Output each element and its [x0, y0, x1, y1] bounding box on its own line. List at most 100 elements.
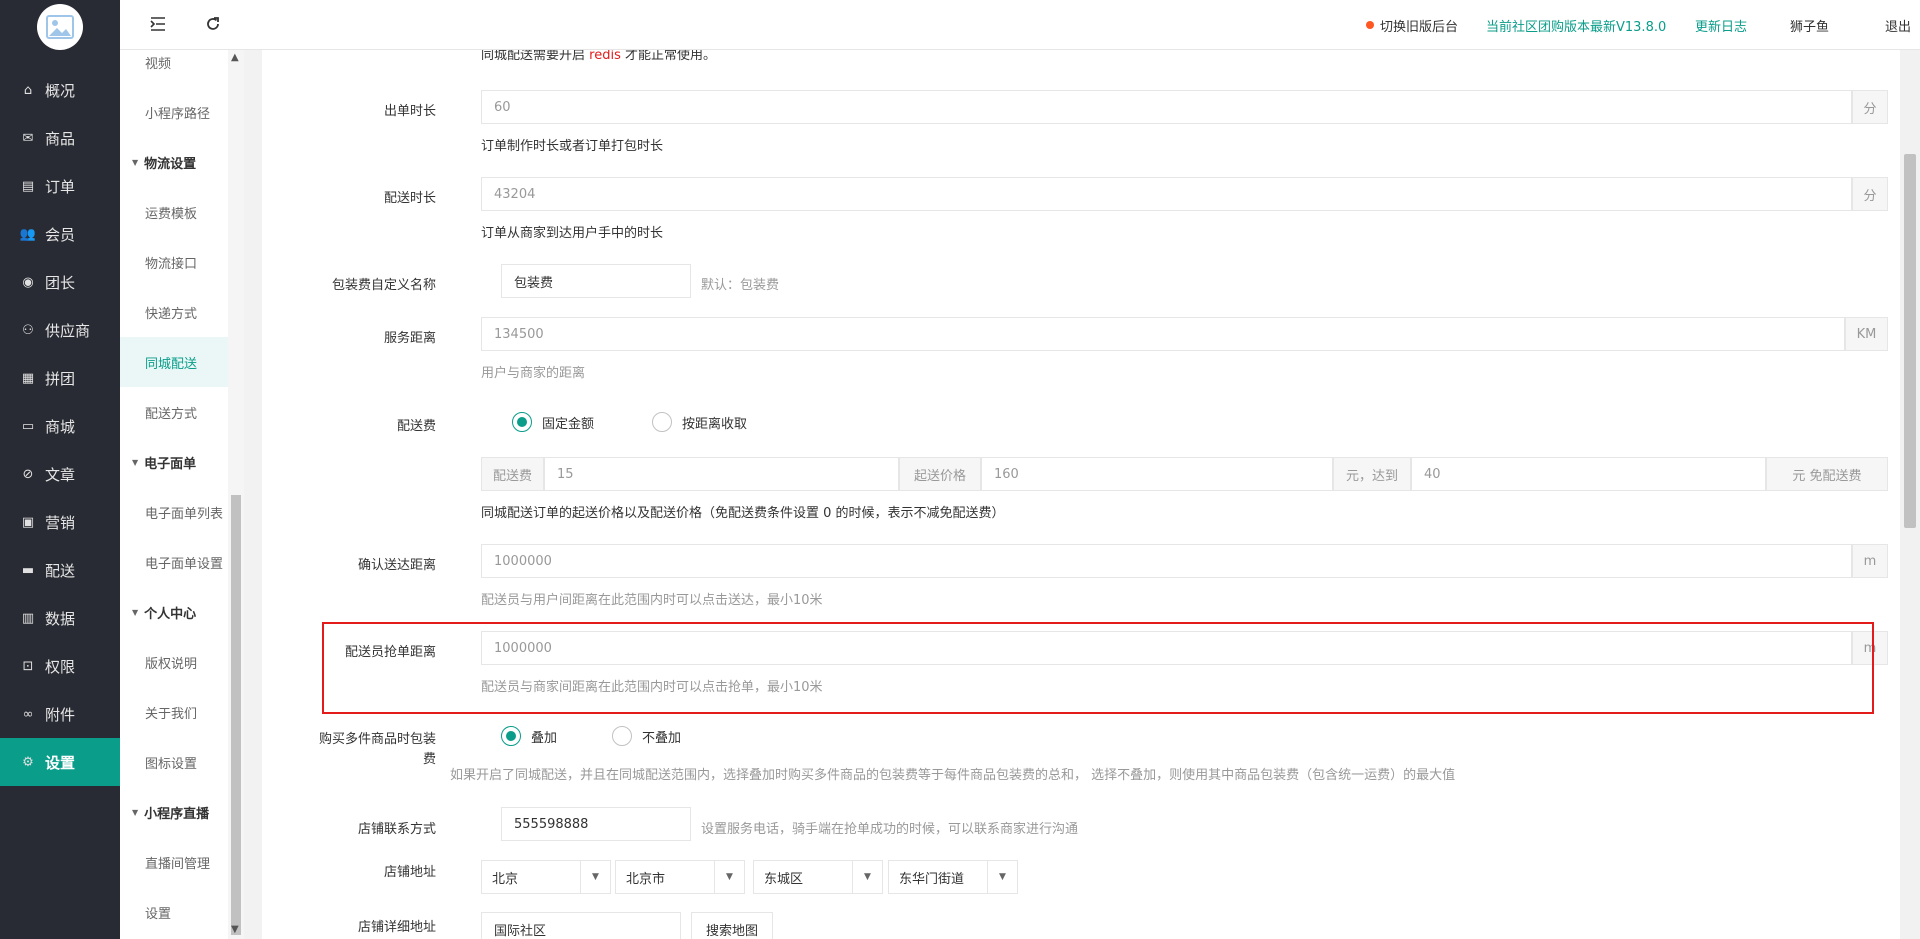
- submenu-item[interactable]: 配送方式: [120, 387, 228, 437]
- district-select[interactable]: 东城区 ▼: [753, 860, 883, 894]
- submenu-item-label: 设置: [145, 906, 172, 922]
- submenu-item-label: 物流接口: [145, 256, 198, 272]
- multi-packing-label-line2: 费: [422, 752, 436, 767]
- compass-icon: ⊘: [22, 466, 34, 482]
- sidebar-item[interactable]: 👥 会员: [0, 210, 120, 258]
- order-time-input[interactable]: 60: [481, 90, 1852, 124]
- submenu-item-label: 图标设置: [145, 756, 198, 772]
- submenu-item[interactable]: 物流接口: [120, 237, 228, 287]
- fee-input[interactable]: 15: [544, 457, 899, 491]
- province-select[interactable]: 北京 ▼: [481, 860, 611, 894]
- submenu-item[interactable]: 关于我们: [120, 687, 228, 737]
- sidebar-item[interactable]: ▤ 订单: [0, 162, 120, 210]
- street-select[interactable]: 东华门街道 ▼: [888, 860, 1018, 894]
- submenu-group[interactable]: ▼ 电子面单: [120, 437, 228, 487]
- sidebar-item-label: 会员: [45, 225, 76, 244]
- multi-packing-noadd-radio[interactable]: 不叠加: [612, 726, 681, 746]
- username[interactable]: 狮子鱼: [1790, 16, 1829, 35]
- submenu-item[interactable]: 视频: [120, 50, 228, 87]
- logo[interactable]: [37, 4, 83, 50]
- detail-address-input[interactable]: 国际社区: [481, 912, 681, 939]
- sidebar-item-label: 设置: [45, 753, 76, 772]
- submenu-item-label: 同城配送: [145, 356, 198, 372]
- detail-address-label: 店铺详细地址: [357, 920, 436, 935]
- delivery-time-unit: 分: [1852, 177, 1888, 211]
- sidebar-item-label: 附件: [45, 705, 76, 724]
- submenu-item[interactable]: 快递方式: [120, 287, 228, 337]
- sidebar-item[interactable]: ✉ 商品: [0, 114, 120, 162]
- submenu-item-label: 直播间管理: [145, 856, 211, 872]
- group-icon: ▦: [21, 370, 35, 386]
- radio-checked-icon: [512, 412, 532, 432]
- envelope-icon: ✉: [22, 130, 34, 146]
- service-distance-input[interactable]: 134500: [481, 317, 1845, 351]
- delivery-fee-distance-radio[interactable]: 按距离收取: [652, 412, 747, 432]
- sidebar-item[interactable]: ⊡ 权限: [0, 642, 120, 690]
- free-threshold-input[interactable]: 40: [1411, 457, 1766, 491]
- sidebar-item[interactable]: ▭ 商城: [0, 402, 120, 450]
- delivery-fee-fixed-radio[interactable]: 固定金额: [512, 412, 594, 432]
- multi-packing-hint: 如果开启了同城配送，并且在同城配送范围内，选择叠加时购买多件商品的包装费等于每件…: [450, 768, 1456, 783]
- contact-input[interactable]: 555598888: [501, 807, 691, 841]
- order-time-hint: 订单制作时长或者订单打包时长: [481, 139, 664, 154]
- submenu-scrollbar[interactable]: ▲ ▼: [228, 50, 244, 939]
- sidebar-item[interactable]: ∞ 附件: [0, 690, 120, 738]
- menu-collapse-icon[interactable]: [150, 16, 166, 36]
- submenu-item[interactable]: 小程序路径: [120, 87, 228, 137]
- sidebar-item-label: 营销: [45, 513, 76, 532]
- submenu-item[interactable]: 电子面单列表: [120, 487, 228, 537]
- page-scroll-thumb[interactable]: [1904, 154, 1916, 528]
- submenu-item[interactable]: 运费模板: [120, 187, 228, 237]
- service-distance-unit: KM: [1845, 317, 1888, 351]
- sidebar-item[interactable]: ▬ 配送: [0, 546, 120, 594]
- submenu-item-label: 电子面单设置: [145, 556, 224, 572]
- packing-name-input[interactable]: 包装费: [501, 264, 691, 298]
- search-map-button[interactable]: 搜索地图: [691, 912, 773, 939]
- store-icon: ▭: [21, 418, 35, 434]
- sidebar-item[interactable]: ⊘ 文章: [0, 450, 120, 498]
- refresh-icon[interactable]: [205, 16, 221, 36]
- submenu-item[interactable]: 直播间管理: [120, 837, 228, 887]
- submenu-item[interactable]: 电子面单设置: [120, 537, 228, 587]
- main-sidebar: ⌂ 概况 ✉ 商品 ▤ 订单 👥 会员 ◉ 团长 ⚇ 供应商 ▦ 拼团 ▭ 商城 ⊘ 文章 ▣ 营销 ▬ 配送 ▥ 数据 ⊡ 权限…: [0, 0, 120, 939]
- sidebar-item[interactable]: ⌂ 概况: [0, 66, 120, 114]
- reach-addon: 元，达到: [1333, 457, 1411, 491]
- scroll-up-icon[interactable]: ▲: [231, 52, 239, 63]
- scroll-down-icon[interactable]: ▼: [231, 924, 239, 935]
- submenu-item[interactable]: 同城配送: [120, 337, 228, 387]
- switch-old-link[interactable]: 切换旧版后台: [1380, 16, 1458, 35]
- sidebar-item[interactable]: ▦ 拼团: [0, 354, 120, 402]
- submenu-group[interactable]: ▼ 物流设置: [120, 137, 228, 187]
- submenu-item-label: 版权说明: [145, 656, 198, 672]
- confirm-distance-hint: 配送员与用户间距离在此范围内时可以点击送达，最小10米: [481, 593, 823, 608]
- redis-keyword: redis: [589, 50, 621, 63]
- submenu-item[interactable]: 版权说明: [120, 637, 228, 687]
- submenu-group[interactable]: ▼ 小程序直播: [120, 787, 228, 837]
- changelog-link[interactable]: 更新日志: [1695, 16, 1747, 35]
- delivery-time-input[interactable]: 43204: [481, 177, 1852, 211]
- redis-note: 同城配送需要开启 redis 才能正常使用。: [481, 50, 717, 63]
- submenu-scroll-thumb[interactable]: [231, 495, 241, 935]
- submenu-group[interactable]: ▼ 个人中心: [120, 587, 228, 637]
- multi-packing-add-radio[interactable]: 叠加: [501, 726, 557, 746]
- version-link[interactable]: 当前社区团购版本最新V13.8.0: [1486, 16, 1666, 35]
- submenu-item[interactable]: 设置: [120, 887, 228, 937]
- city-select[interactable]: 北京市 ▼: [615, 860, 745, 894]
- page-scrollbar[interactable]: [1900, 50, 1920, 939]
- confirm-distance-label: 确认送达距离: [357, 558, 436, 573]
- packing-name-label: 包装费自定义名称: [331, 278, 436, 293]
- highlight-box: [322, 622, 1874, 714]
- submenu-item[interactable]: 图标设置: [120, 737, 228, 787]
- submenu-item-label: 物流设置: [144, 156, 197, 172]
- confirm-distance-input[interactable]: 1000000: [481, 544, 1852, 578]
- sidebar-item[interactable]: ▣ 营销: [0, 498, 120, 546]
- sidebar-item[interactable]: ⚇ 供应商: [0, 306, 120, 354]
- start-price-input[interactable]: 160: [981, 457, 1333, 491]
- sidebar-item[interactable]: ◉ 团长: [0, 258, 120, 306]
- sidebar-item-label: 团长: [45, 273, 76, 292]
- leader-icon: ◉: [22, 274, 34, 290]
- sidebar-item[interactable]: ⚙ 设置: [0, 738, 120, 786]
- logout-link[interactable]: 退出: [1885, 16, 1911, 35]
- sidebar-item[interactable]: ▥ 数据: [0, 594, 120, 642]
- file-icon: ▤: [21, 178, 35, 194]
